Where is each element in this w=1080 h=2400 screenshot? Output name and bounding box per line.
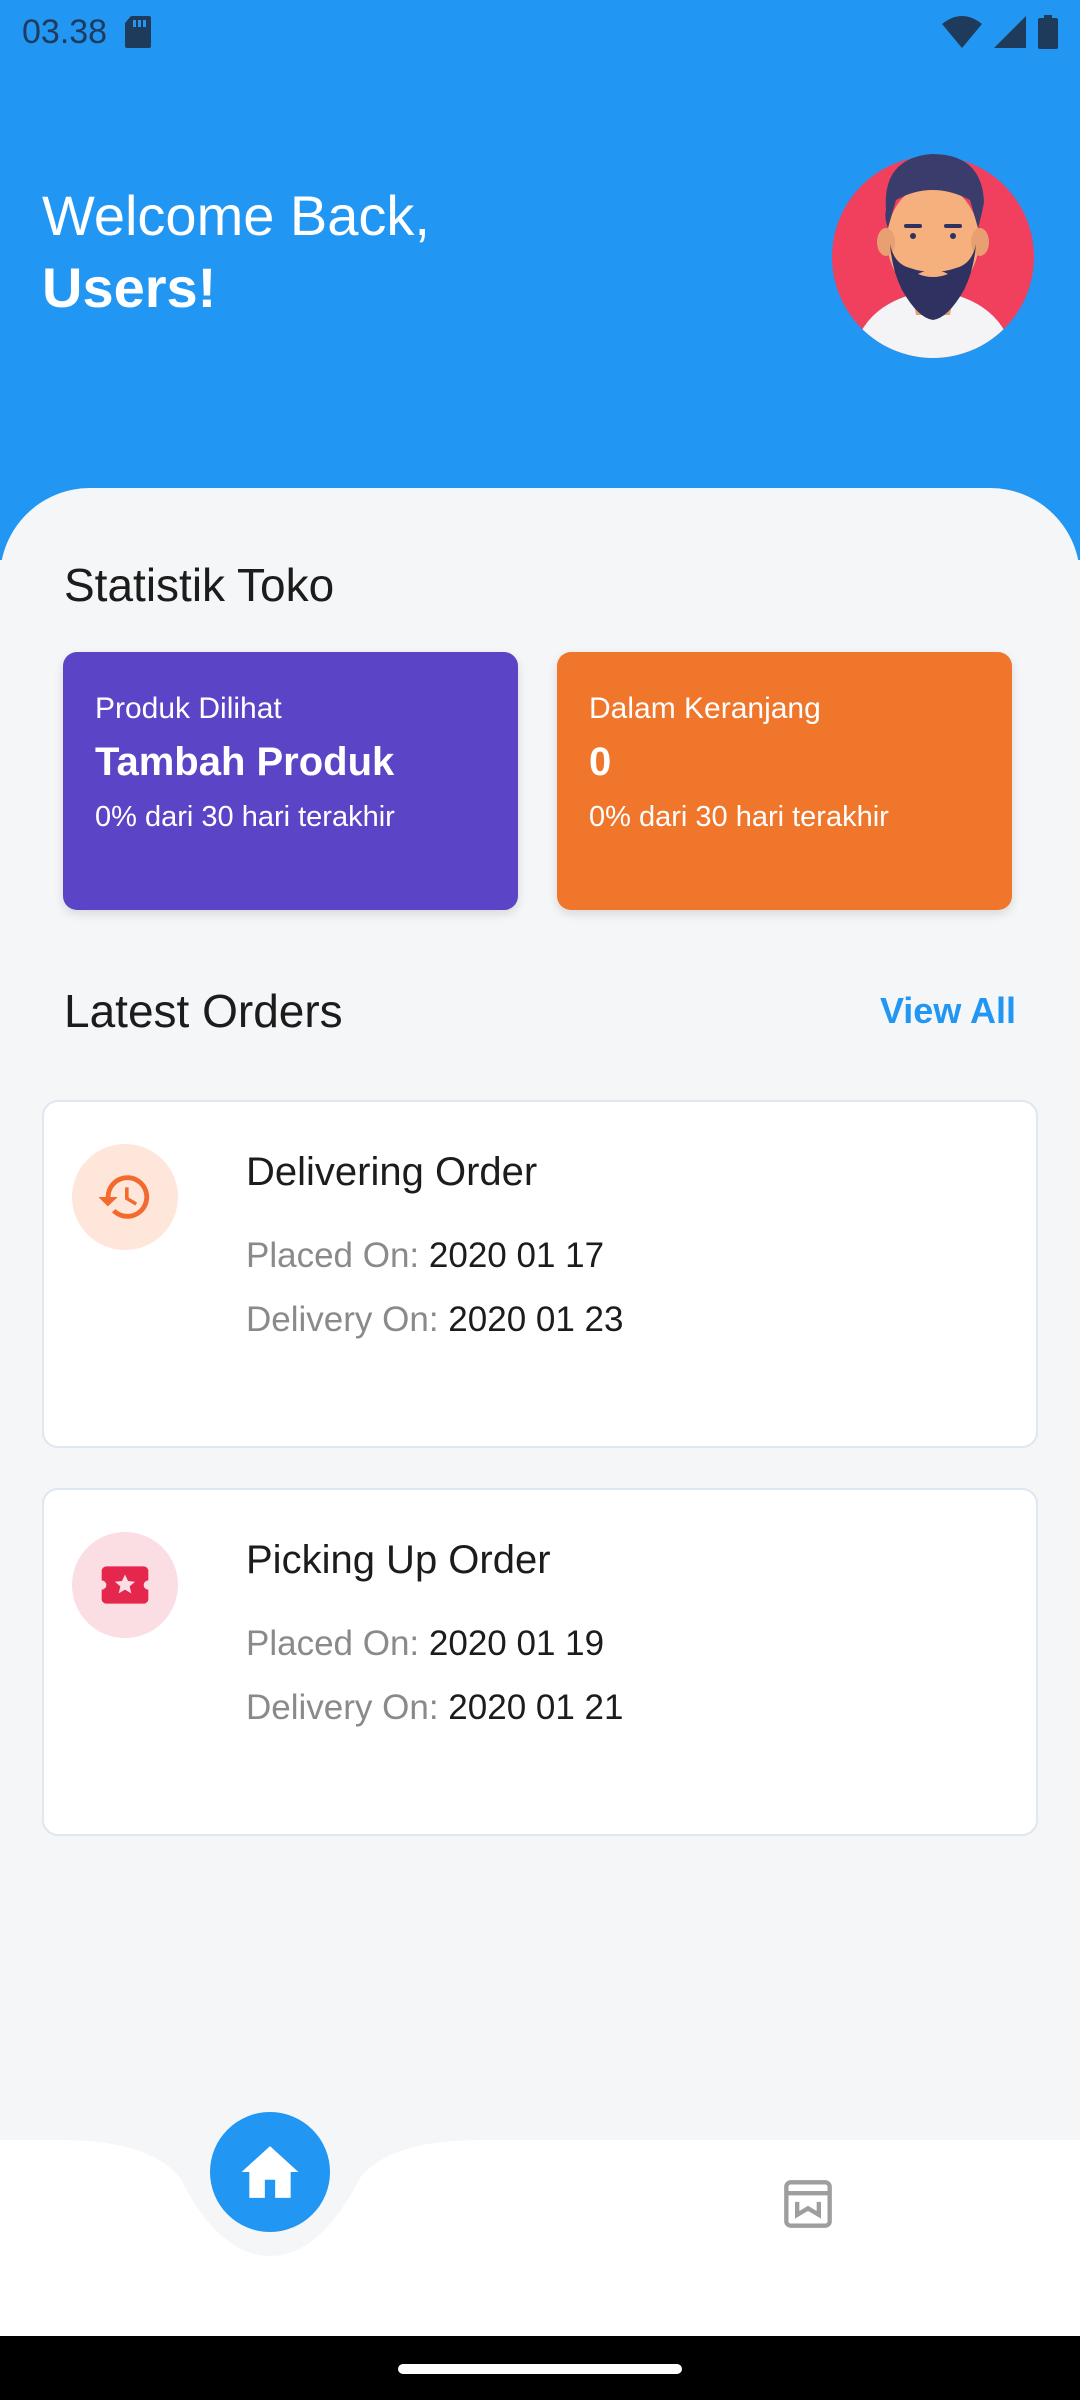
sd-card-icon — [125, 16, 152, 48]
orders-title: Latest Orders — [64, 985, 343, 1037]
welcome-greeting: Welcome Back, — [42, 184, 430, 247]
home-gesture-handle[interactable] — [398, 2364, 682, 2374]
stat-label: Dalam Keranjang — [589, 692, 821, 725]
stat-label: Produk Dilihat — [95, 692, 282, 725]
order-delivery: Delivery On: 2020 01 21 — [246, 1688, 623, 1728]
placed-label: Placed On: — [246, 1624, 420, 1663]
wifi-icon — [942, 16, 982, 48]
history-icon — [72, 1144, 178, 1250]
user-avatar[interactable] — [832, 140, 1034, 358]
status-bar: 03.38 — [0, 0, 1080, 64]
placed-date: 2020 01 17 — [428, 1236, 605, 1275]
placed-date: 2020 01 19 — [428, 1624, 605, 1663]
order-title: Delivering Order — [246, 1150, 538, 1194]
home-icon — [241, 2146, 299, 2198]
order-placed: Placed On: 2020 01 17 — [246, 1236, 604, 1276]
stat-value: 0 — [589, 740, 612, 784]
store-icon[interactable] — [782, 2178, 834, 2230]
stat-sub: 0% dari 30 hari terakhir — [95, 801, 395, 833]
stat-sub: 0% dari 30 hari terakhir — [589, 801, 889, 833]
stat-card-cart[interactable]: Dalam Keranjang 0 0% dari 30 hari terakh… — [557, 652, 1012, 910]
order-title: Picking Up Order — [246, 1538, 551, 1582]
order-delivery: Delivery On: 2020 01 23 — [246, 1300, 623, 1340]
ticket-icon — [72, 1532, 178, 1638]
battery-icon — [1038, 15, 1058, 49]
view-all-link[interactable]: View All — [880, 990, 1016, 1032]
stat-card-products[interactable]: Produk Dilihat Tambah Produk 0% dari 30 … — [63, 652, 518, 910]
signal-icon — [994, 16, 1026, 48]
welcome-user: Users! — [42, 256, 217, 319]
status-time: 03.38 — [22, 12, 108, 51]
stat-value: Tambah Produk — [95, 740, 395, 784]
order-card[interactable]: Picking Up Order Placed On: 2020 01 19 D… — [42, 1488, 1038, 1836]
delivery-date: 2020 01 21 — [448, 1688, 624, 1727]
delivery-label: Delivery On: — [246, 1300, 439, 1339]
delivery-label: Delivery On: — [246, 1688, 439, 1727]
order-card[interactable]: Delivering Order Placed On: 2020 01 17 D… — [42, 1100, 1038, 1448]
nav-home-button[interactable] — [210, 2112, 330, 2232]
welcome-text: Welcome Back, Users! — [42, 180, 430, 324]
order-placed: Placed On: 2020 01 19 — [246, 1624, 604, 1664]
placed-label: Placed On: — [246, 1236, 420, 1275]
delivery-date: 2020 01 23 — [448, 1300, 624, 1339]
stats-title: Statistik Toko — [64, 559, 335, 611]
